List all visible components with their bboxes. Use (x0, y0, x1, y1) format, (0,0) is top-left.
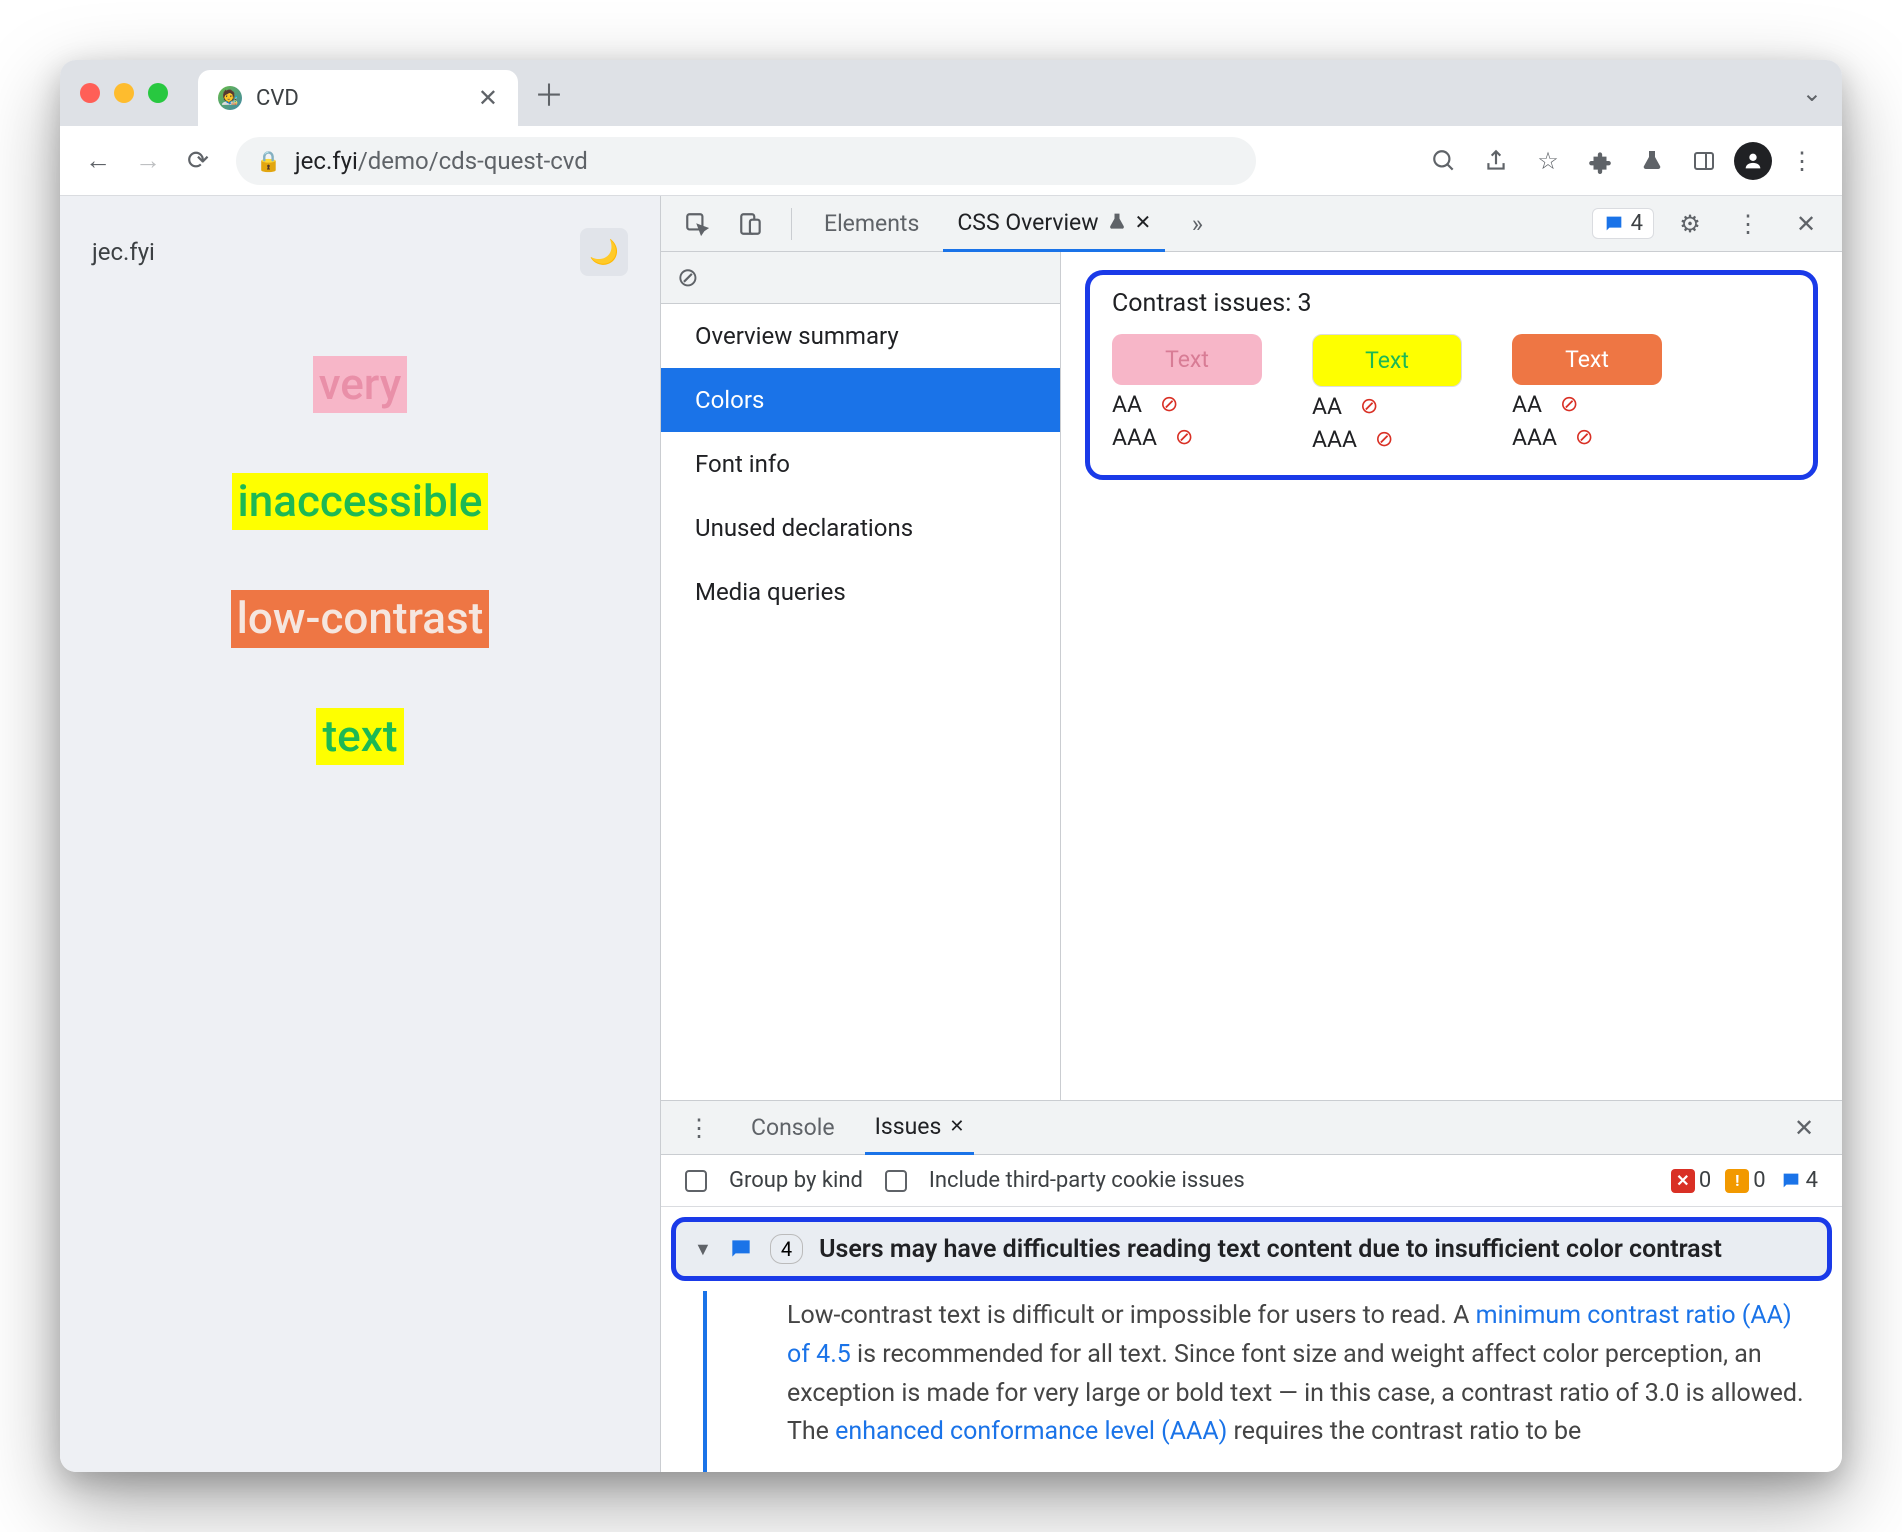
devtools-tabbar: Elements CSS Overview ✕ » 4 ⚙ ⋮ ✕ (661, 196, 1842, 252)
link-aaa[interactable]: enhanced conformance level (AAA) (835, 1417, 1227, 1446)
reload-button[interactable]: ⟳ (178, 141, 218, 181)
include-third-party-label: Include third-party cookie issues (929, 1168, 1245, 1193)
drawer-tab-console[interactable]: Console (741, 1101, 845, 1155)
menu-button[interactable]: ⋮ (1780, 139, 1824, 183)
minimize-window-button[interactable] (114, 83, 134, 103)
new-tab-button[interactable]: ＋ (534, 71, 564, 115)
sample-text-1: very (313, 356, 408, 413)
sample-text-3: low-contrast (231, 590, 490, 647)
url-input[interactable]: 🔒 jec.fyi/demo/cds-quest-cvd (236, 137, 1256, 185)
fail-icon: ⊘ (1175, 425, 1193, 450)
forward-button[interactable]: → (128, 141, 168, 181)
expand-icon[interactable]: ▼ (694, 1239, 712, 1260)
sidebar-item-fontinfo[interactable]: Font info (661, 432, 1060, 496)
lock-icon: 🔒 (256, 149, 281, 173)
devtools-drawer: ⋮ Console Issues ✕ ✕ Group by kind Inclu… (661, 1100, 1842, 1472)
flask-icon (1107, 212, 1127, 232)
issue-body: Low-contrast text is difficult or imposs… (703, 1291, 1842, 1472)
contrast-highlight-box: Contrast issues: 3 Text AA⊘ AAA⊘ Text AA… (1085, 270, 1818, 480)
css-overview-sidebar: ⊘ Overview summary Colors Font info Unus… (661, 252, 1061, 1100)
sidebar-item-colors[interactable]: Colors (661, 368, 1060, 432)
issue-header[interactable]: ▼ 4 Users may have difficulties reading … (671, 1217, 1832, 1281)
comment-icon (728, 1236, 754, 1262)
contrast-swatch-1[interactable]: Text AA⊘ AAA⊘ (1112, 334, 1262, 453)
tab-css-overview[interactable]: CSS Overview ✕ (943, 196, 1165, 252)
issues-badge[interactable]: 4 (1592, 208, 1654, 239)
fail-icon: ⊘ (1375, 427, 1393, 452)
rendered-page: jec.fyi 🌙 very inaccessible low-contrast… (60, 196, 660, 1472)
contrast-panel: Contrast issues: 3 Text AA⊘ AAA⊘ Text AA… (1061, 252, 1842, 1100)
back-button[interactable]: ← (78, 141, 118, 181)
address-bar: ← → ⟳ 🔒 jec.fyi/demo/cds-quest-cvd ☆ ⋮ (60, 126, 1842, 196)
issues-count[interactable]: 4 (1780, 1168, 1818, 1193)
drawer-close-button[interactable]: ✕ (1782, 1106, 1826, 1150)
bookmark-icon[interactable]: ☆ (1526, 139, 1570, 183)
drawer-tab-issues[interactable]: Issues ✕ (865, 1101, 975, 1155)
labs-icon[interactable] (1630, 139, 1674, 183)
favicon-icon: 🧑‍🎨 (218, 86, 242, 110)
group-by-kind-label: Group by kind (729, 1168, 863, 1193)
tab-elements[interactable]: Elements (810, 196, 933, 252)
browser-tab[interactable]: 🧑‍🎨 CVD ✕ (198, 70, 518, 126)
extensions-icon[interactable] (1578, 139, 1622, 183)
contrast-title: Contrast issues: 3 (1112, 289, 1791, 318)
sidebar-item-unused[interactable]: Unused declarations (661, 496, 1060, 560)
tabs-overflow-button[interactable]: ⌄ (1802, 79, 1822, 107)
zoom-icon[interactable] (1422, 139, 1466, 183)
include-third-party-checkbox[interactable] (885, 1170, 907, 1192)
inspect-icon[interactable] (675, 202, 719, 246)
issue-count-pill: 4 (770, 1234, 803, 1264)
issue-title: Users may have difficulties reading text… (819, 1235, 1809, 1264)
traffic-lights (80, 83, 168, 103)
maximize-window-button[interactable] (148, 83, 168, 103)
clear-icon[interactable]: ⊘ (677, 263, 699, 293)
settings-icon[interactable]: ⚙ (1668, 202, 1712, 246)
warnings-count[interactable]: !0 (1725, 1168, 1765, 1193)
comment-icon (1603, 213, 1625, 235)
more-tabs-button[interactable]: » (1175, 202, 1219, 246)
tab-close-icon[interactable]: ✕ (949, 1116, 964, 1137)
device-toggle-icon[interactable] (729, 202, 773, 246)
title-bar: 🧑‍🎨 CVD ✕ ＋ ⌄ (60, 60, 1842, 126)
sidepanel-icon[interactable] (1682, 139, 1726, 183)
url-text: jec.fyi/demo/cds-quest-cvd (295, 147, 588, 175)
browser-window: 🧑‍🎨 CVD ✕ ＋ ⌄ ← → ⟳ 🔒 jec.fyi/demo/cds-q… (60, 60, 1842, 1472)
devtools-panel: Elements CSS Overview ✕ » 4 ⚙ ⋮ ✕ (660, 196, 1842, 1472)
group-by-kind-checkbox[interactable] (685, 1170, 707, 1192)
sidebar-item-media[interactable]: Media queries (661, 560, 1060, 624)
contrast-swatch-2[interactable]: Text AA⊘ AAA⊘ (1312, 334, 1462, 453)
sidebar-item-overview[interactable]: Overview summary (661, 304, 1060, 368)
theme-toggle-button[interactable]: 🌙 (580, 228, 628, 276)
tab-title: CVD (256, 86, 464, 111)
content-row: jec.fyi 🌙 very inaccessible low-contrast… (60, 196, 1842, 1472)
contrast-swatch-3[interactable]: Text AA⊘ AAA⊘ (1512, 334, 1662, 453)
sample-text-2: inaccessible (232, 473, 489, 530)
tab-close-button[interactable]: ✕ (478, 84, 498, 112)
share-icon[interactable] (1474, 139, 1518, 183)
fail-icon: ⊘ (1575, 425, 1593, 450)
sample-text-4: text (316, 708, 403, 765)
profile-avatar[interactable] (1734, 142, 1772, 180)
errors-count[interactable]: ✕0 (1671, 1168, 1711, 1193)
fail-icon: ⊘ (1360, 394, 1378, 419)
drawer-menu-button[interactable]: ⋮ (677, 1106, 721, 1150)
close-window-button[interactable] (80, 83, 100, 103)
kebab-menu-button[interactable]: ⋮ (1726, 202, 1770, 246)
tab-close-icon[interactable]: ✕ (1135, 210, 1152, 234)
site-name: jec.fyi (92, 238, 155, 266)
fail-icon: ⊘ (1560, 392, 1578, 417)
devtools-close-button[interactable]: ✕ (1784, 202, 1828, 246)
fail-icon: ⊘ (1160, 392, 1178, 417)
